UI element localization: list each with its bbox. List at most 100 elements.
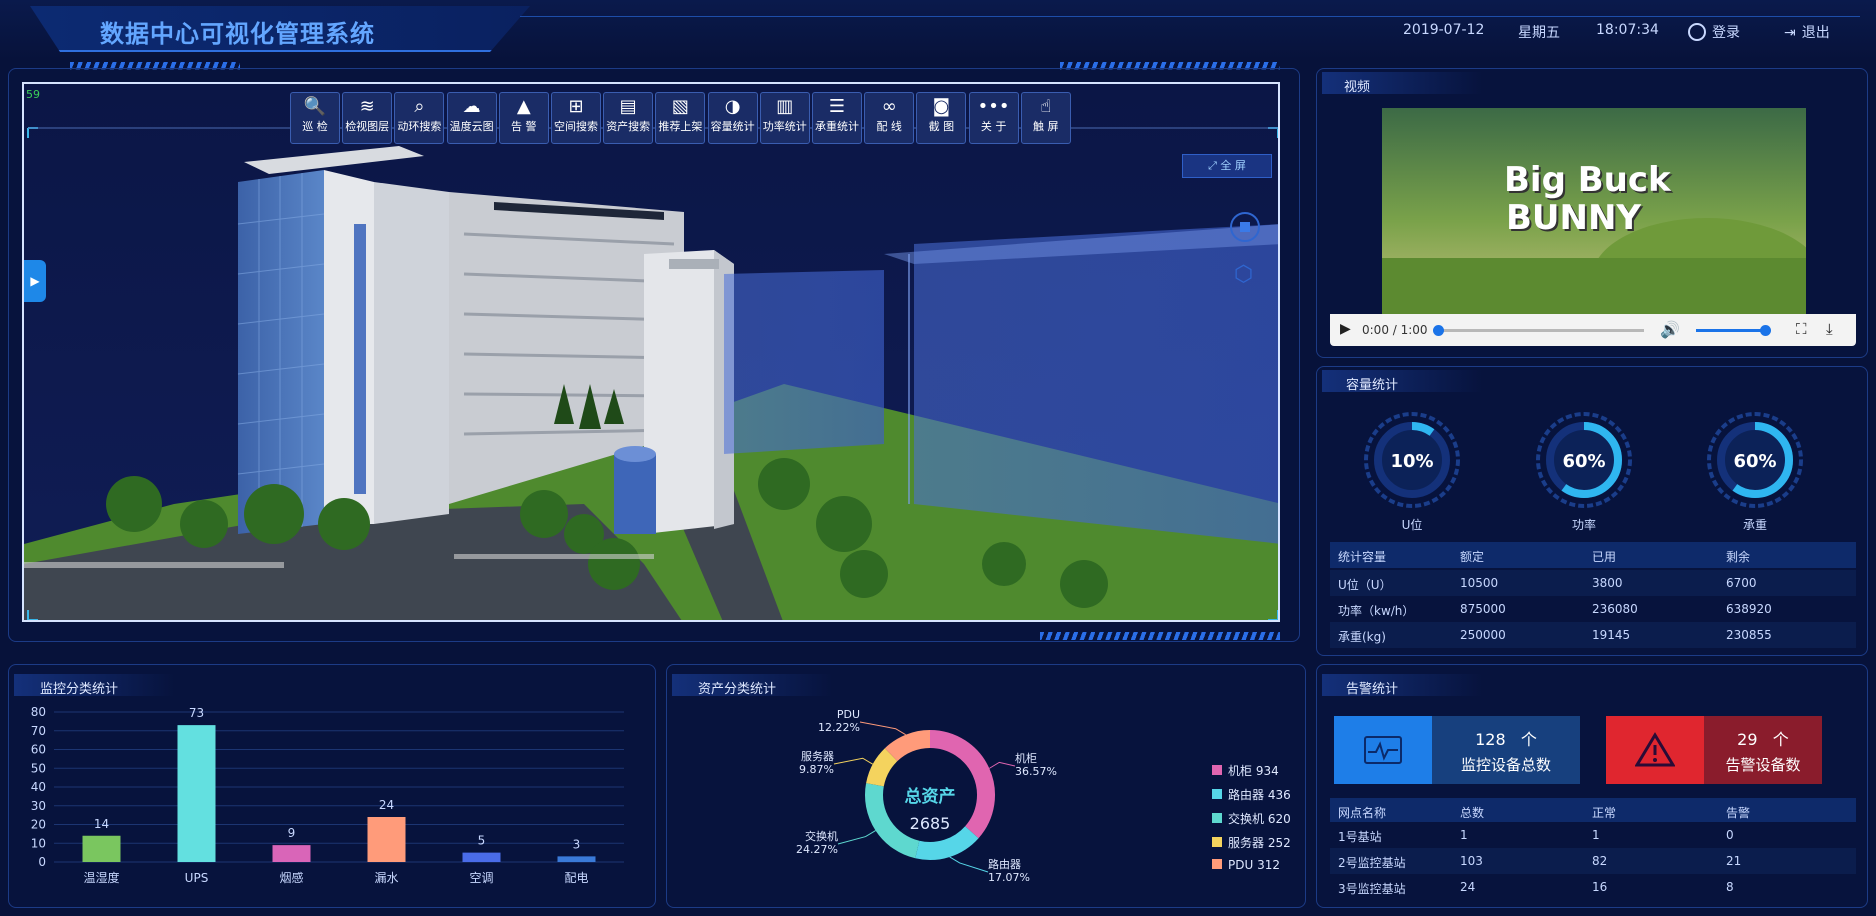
toolbar-button[interactable]: ••• 关 于: [968, 92, 1019, 144]
toolbar-button-label: 温度云图: [449, 120, 494, 133]
volume-icon[interactable]: 🔊: [1660, 320, 1680, 339]
toolbar-button[interactable]: ▧ 推荐上架: [655, 92, 706, 144]
legend-swatch: [1212, 789, 1222, 799]
pie-icon: ◑: [724, 96, 741, 117]
y-tick-label: 60: [31, 743, 46, 757]
video-seekbar[interactable]: [1433, 325, 1644, 336]
video-poster[interactable]: Big Buck BUNNY: [1382, 108, 1806, 314]
list-icon: ☰: [828, 96, 846, 117]
table-cell: 0: [1726, 828, 1734, 842]
toolbar-button-label: 配 线: [876, 120, 902, 133]
header: 数据中心可视化管理系统 2019-07-12 星期五 18:07:34 登录 ⇥…: [0, 0, 1876, 62]
bar-value-label: 73: [189, 706, 204, 720]
toolbar-button-label: 截 图: [928, 120, 955, 133]
table-row: U位（U） 10500 3800 6700: [1330, 570, 1856, 596]
table-cell: 10500: [1460, 576, 1499, 590]
table-cell: 82: [1592, 854, 1608, 868]
table-cell: 2号监控基站: [1338, 856, 1406, 870]
donut-slice: [915, 825, 979, 860]
volume-slider[interactable]: [1696, 325, 1771, 336]
table-cell: 8: [1726, 880, 1734, 894]
header-divider: [520, 16, 1860, 17]
bar-value-label: 5: [478, 834, 486, 848]
bar: [177, 725, 216, 862]
bar: [367, 817, 406, 862]
warning-icon: ▲: [516, 96, 531, 117]
gauge-value: 60%: [1733, 451, 1776, 472]
toolbar-button[interactable]: ◙ 截 图: [916, 92, 967, 144]
logout-button[interactable]: ⇥ 退出: [1784, 22, 1830, 42]
bar-value-label: 3: [573, 837, 581, 851]
toolbar-button[interactable]: ☝ 触 屏: [1020, 92, 1071, 144]
toolbar-button[interactable]: ⌕ 动环搜索: [394, 92, 445, 144]
table-cell: 24: [1460, 880, 1476, 894]
toolbar-button-label: 功率统计: [762, 120, 807, 133]
toolbar-button[interactable]: ≋ 检视图层: [342, 92, 393, 144]
legend-item[interactable]: 交换机 620: [1212, 810, 1291, 827]
monitor-icon-box: [1334, 716, 1432, 784]
legend-swatch: [1212, 813, 1222, 823]
toolbar-button[interactable]: ☁ 温度云图: [446, 92, 497, 144]
seekbar-thumb[interactable]: [1433, 325, 1444, 336]
legend-item[interactable]: PDU 312: [1212, 858, 1280, 872]
capacity-gauge: 60%: [1536, 412, 1632, 508]
table-cell: 总数: [1460, 806, 1485, 820]
volume-thumb[interactable]: [1760, 325, 1771, 336]
capacity-gauge: 60%: [1707, 412, 1803, 508]
poster-title-1: Big Buck: [1504, 160, 1671, 200]
toolbar-button[interactable]: ◑ 容量统计: [707, 92, 758, 144]
y-tick-label: 0: [38, 855, 46, 869]
callout-percent: 12.22%: [818, 721, 860, 734]
fullscreen-button[interactable]: ⤢ 全 屏: [1182, 154, 1272, 178]
toolbar-button[interactable]: ▤ 资产搜索: [603, 92, 654, 144]
login-button[interactable]: 登录: [1688, 22, 1740, 42]
legend-swatch: [1212, 765, 1222, 775]
legend-item[interactable]: 服务器 252: [1212, 834, 1291, 851]
callout-name: PDU: [837, 708, 860, 721]
toolbar-button[interactable]: ∞ 配 线: [864, 92, 915, 144]
hexagon-icon[interactable]: ⬡: [1234, 262, 1253, 287]
monitor-total-label: 监控设备总数: [1460, 756, 1551, 774]
toolbar-button[interactable]: ☰ 承重统计: [812, 92, 862, 144]
toolbar-button[interactable]: ⊞ 空间搜索: [551, 92, 601, 144]
table-cell: 875000: [1460, 602, 1506, 616]
monitor-bar-chart: 0 10 20 30 40 50 60 70 80 14 温湿度 73 UPS 9 烟感 24 漏水 5 空调 3 配电: [31, 705, 624, 885]
header-weekday: 星期五: [1518, 25, 1560, 41]
y-tick-label: 80: [31, 705, 46, 719]
gauge-label: U位: [1401, 518, 1423, 532]
scene-viewport[interactable]: 59 🔍 巡 检 ≋ 检视图层 ⌕ 动环搜索 ☁ 温度云图 ▲ 告 警 ⊞ 空间搜索 ▤ 资产搜索 ▧ 推荐上…: [22, 82, 1280, 622]
toolbar-button[interactable]: ▥ 功率统计: [759, 92, 810, 144]
table-cell: 正常: [1592, 806, 1617, 820]
callout-name: 机柜: [1015, 751, 1037, 765]
gauge-value: 10%: [1390, 451, 1433, 472]
legend-item[interactable]: 机柜 934: [1212, 762, 1279, 779]
table-row: 2号监控基站 103 82 21: [1330, 848, 1856, 874]
y-tick-label: 70: [31, 724, 46, 738]
callout-line: [859, 721, 906, 736]
toolbar-button-label: 检视图层: [345, 120, 390, 133]
legend-item[interactable]: 路由器 436: [1212, 786, 1291, 803]
hand-icon: ☝: [1040, 96, 1052, 117]
fullscreen-icon[interactable]: ⛶: [1796, 320, 1807, 338]
table-header-row: 统计容量 额定 已用 剩余: [1330, 542, 1856, 568]
table-cell: 1: [1460, 828, 1468, 842]
x-tick-label: UPS: [185, 871, 209, 885]
inspect-icon: 🔍: [303, 96, 327, 117]
toolbar-button[interactable]: 🔍 巡 检: [290, 92, 340, 144]
x-tick-label: 空调: [469, 871, 493, 885]
side-expand-button[interactable]: ▶: [24, 260, 46, 302]
more-icon: •••: [977, 96, 1010, 117]
gauge-value: 60%: [1562, 451, 1605, 472]
y-tick-label: 30: [31, 799, 46, 813]
capacity-title: 容量统计: [1346, 378, 1399, 393]
table-cell: 3800: [1592, 576, 1623, 590]
book-icon: ▥: [776, 96, 794, 117]
play-icon[interactable]: ▶: [1340, 321, 1351, 337]
download-icon[interactable]: ⤓: [1826, 320, 1833, 338]
table-cell: 已用: [1592, 550, 1617, 564]
monitor-icon: [1364, 736, 1402, 764]
callout-line: [837, 830, 876, 845]
header-date: 2019-07-12: [1403, 22, 1485, 38]
compass-button[interactable]: [1230, 212, 1260, 242]
toolbar-button[interactable]: ▲ 告 警: [498, 92, 549, 144]
